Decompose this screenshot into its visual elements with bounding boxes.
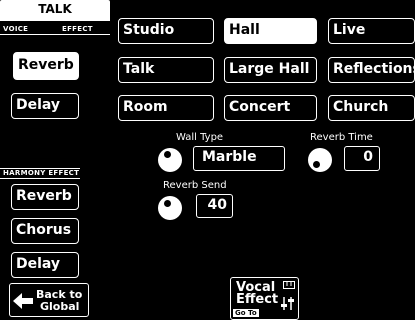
preset-concert[interactable]: Concert: [224, 95, 317, 121]
knob-pointer: [164, 200, 171, 207]
preset-church[interactable]: Church: [328, 95, 415, 121]
sliders-icon: [281, 297, 294, 310]
preset-reflections[interactable]: Reflections: [328, 57, 415, 83]
reverb-send-value[interactable]: 40: [196, 194, 233, 218]
back-to-global-button[interactable]: Back to Global: [9, 283, 89, 317]
reverb-time-label: Reverb Time: [310, 132, 373, 143]
wall-type-value[interactable]: Marble: [193, 146, 285, 171]
wall-type-label: Wall Type: [176, 132, 224, 143]
divider: [0, 34, 110, 35]
vocal-effect-goto-button[interactable]: Vocal Effect Go To: [230, 277, 299, 320]
voice-delay-button[interactable]: Delay: [11, 93, 79, 119]
divider: [0, 20, 110, 21]
preset-live[interactable]: Live: [328, 18, 415, 44]
preset-talk[interactable]: Talk: [118, 57, 214, 83]
preset-hall[interactable]: Hall: [224, 18, 317, 44]
harmony-section-label: HARMONY EFFECT: [3, 169, 80, 177]
reverb-time-value[interactable]: 0: [344, 146, 380, 171]
goto-label: Go To: [233, 309, 259, 317]
preset-studio[interactable]: Studio: [118, 18, 214, 44]
knob-pointer: [313, 161, 320, 168]
harmony-chorus-button[interactable]: Chorus: [11, 218, 79, 244]
voice-reverb-button[interactable]: Reverb: [13, 52, 79, 80]
preset-room[interactable]: Room: [118, 95, 214, 121]
reverb-send-label: Reverb Send: [163, 180, 227, 191]
back-label-line1: Back to: [36, 288, 83, 301]
harmony-reverb-button[interactable]: Reverb: [11, 184, 79, 210]
vocal-effect-line2: Effect: [236, 292, 279, 307]
keyboard-icon: [283, 281, 295, 289]
effect-section-label: EFFECT: [62, 25, 93, 33]
knob-pointer: [164, 151, 171, 158]
harmony-delay-button[interactable]: Delay: [11, 252, 79, 278]
reverb-send-knob[interactable]: [158, 196, 182, 220]
tab-talk[interactable]: TALK: [0, 0, 110, 20]
left-arrow-icon: [13, 293, 33, 309]
preset-large-hall[interactable]: Large Hall: [224, 57, 317, 83]
wall-type-knob[interactable]: [158, 148, 182, 172]
reverb-time-knob[interactable]: [308, 148, 332, 172]
divider: [0, 178, 80, 179]
voice-section-label: VOICE: [3, 25, 29, 33]
back-label-line2: Global: [40, 300, 80, 313]
